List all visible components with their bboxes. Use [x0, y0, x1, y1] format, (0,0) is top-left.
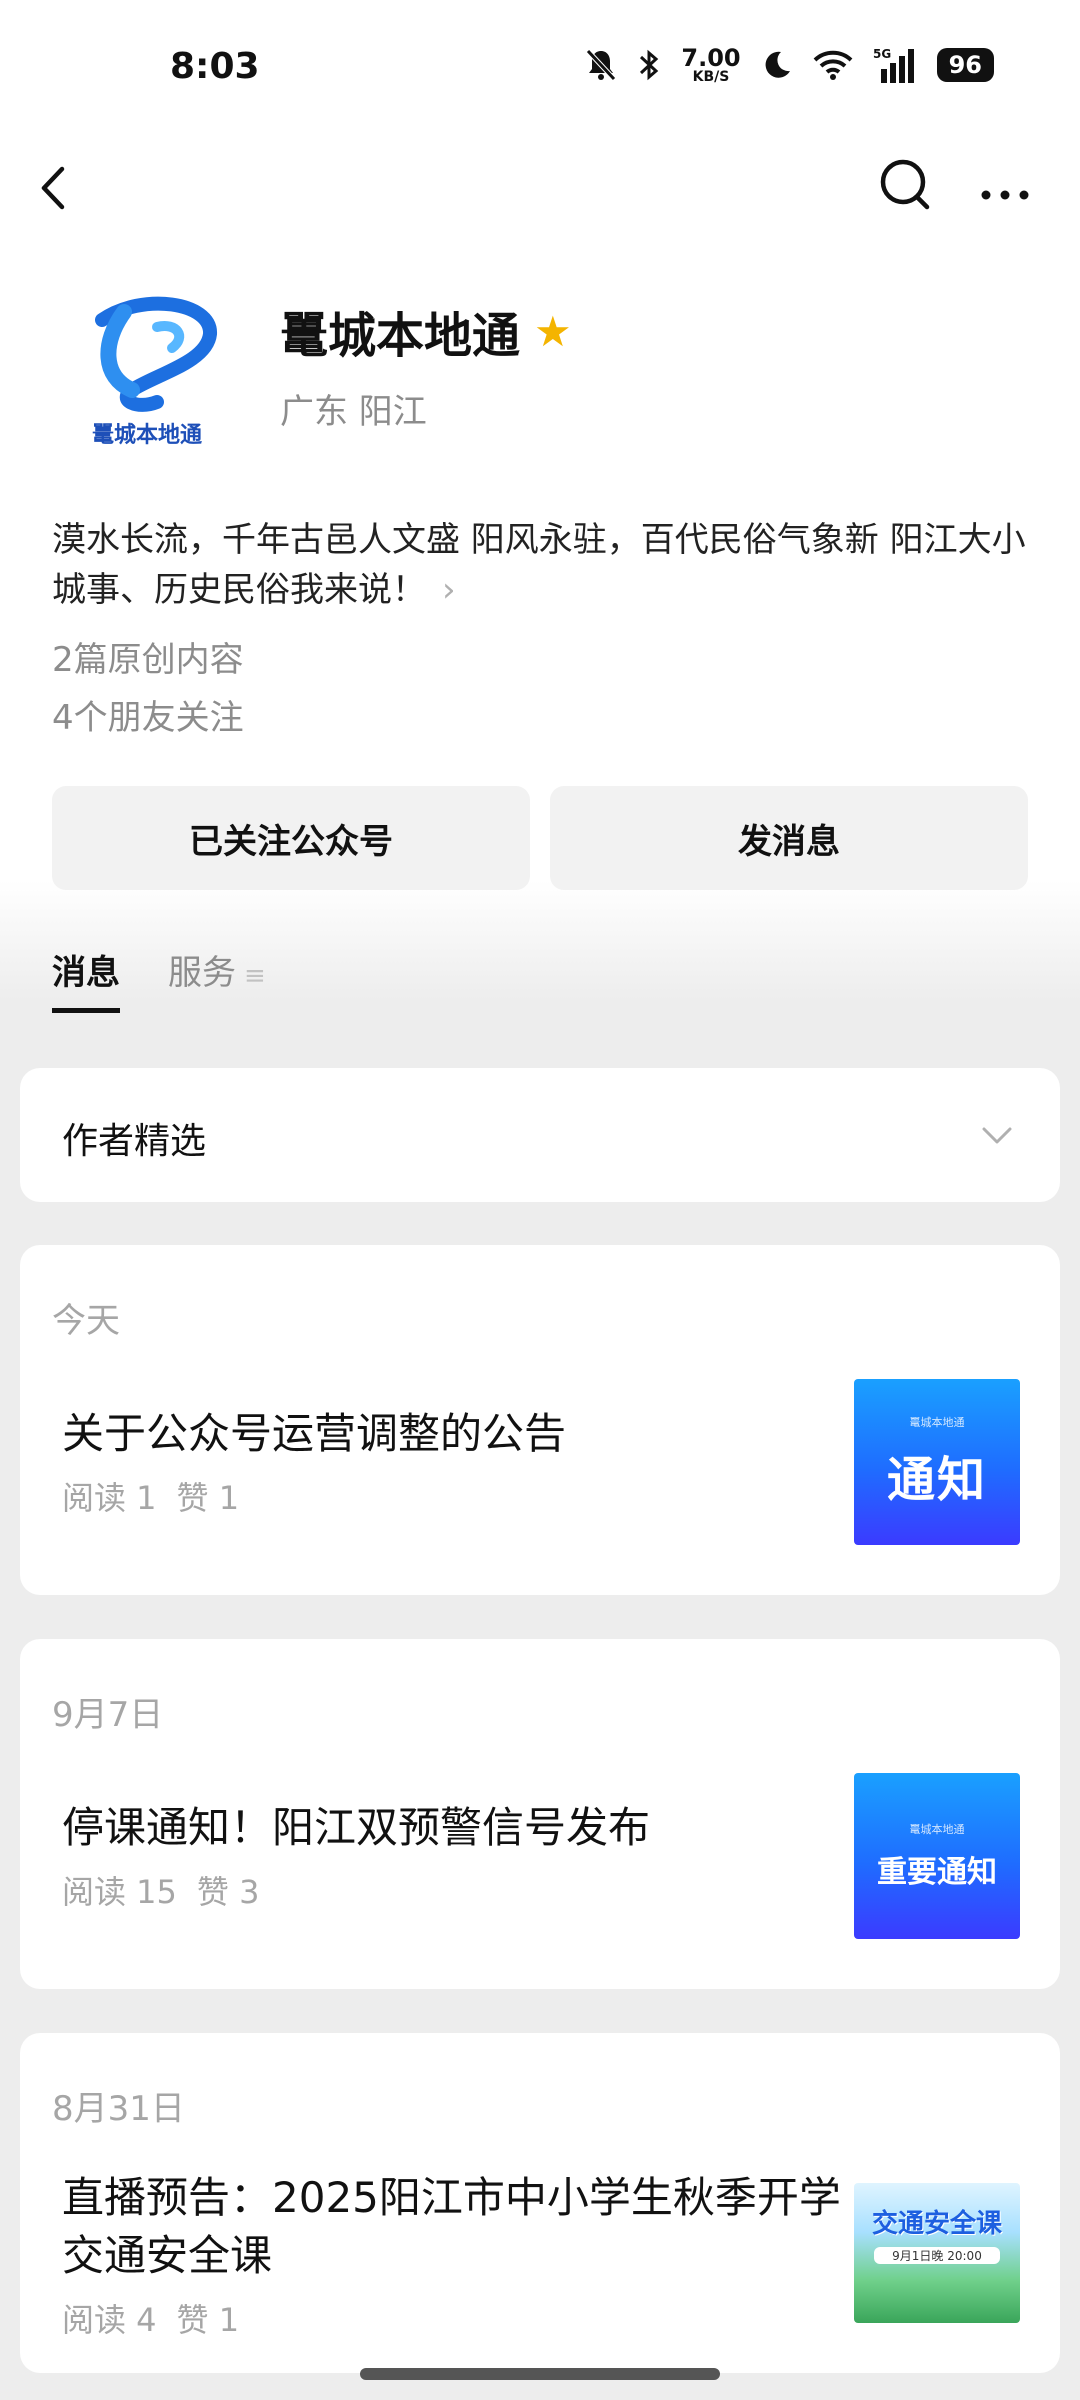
article-reads: 阅读 1	[62, 1479, 157, 1517]
friends-following-count[interactable]: 4个朋友关注	[52, 690, 244, 739]
article-likes: 赞 1	[176, 2301, 240, 2339]
account-name: 鼍城本地通 ★	[280, 296, 572, 366]
article-reads: 阅读 15	[62, 1873, 177, 1911]
thumbnail-subtext: 9月1日晚 20:00	[874, 2247, 1000, 2264]
chevron-right-icon: ›	[442, 570, 456, 610]
account-description-text: 漠水长流，千年古邑人文盛 阳风永驻，百代民俗气象新 阳江大小城事、历史民俗我来说…	[52, 520, 1026, 610]
article-reads: 阅读 4	[62, 2301, 157, 2339]
article-meta: 阅读 4 赞 1	[62, 2295, 239, 2341]
followed-account-button[interactable]: 已关注公众号	[52, 786, 530, 890]
tab-messages[interactable]: 消息	[52, 945, 120, 1013]
wifi-icon	[813, 50, 853, 80]
network-speed-unit: KB/S	[692, 69, 730, 85]
article-title: 停课通知！阳江双预警信号发布	[62, 1803, 651, 1852]
author-selection-dropdown[interactable]: 作者精选	[20, 1068, 1060, 1202]
account-logo-icon: 鼍城本地通	[92, 296, 217, 448]
network-speed-value: 7.00	[681, 44, 741, 72]
battery-indicator: 96	[936, 48, 994, 82]
account-avatar[interactable]: 鼍城本地通	[62, 282, 232, 452]
article-meta: 阅读 1 赞 1	[62, 1473, 239, 1519]
tab-services[interactable]: 服务 ≡	[168, 945, 266, 1013]
svg-text:鼍城本地通: 鼍城本地通	[92, 422, 202, 448]
article-title: 直播预告：2025阳江市中小学生秋季开学交通安全课	[62, 2173, 841, 2280]
account-region: 广东 阳江	[280, 392, 427, 432]
tab-services-label: 服务	[168, 953, 236, 993]
article-title: 关于公众号运营调整的公告	[62, 1409, 567, 1458]
thumbnail-text: 重要通知	[877, 1855, 997, 1890]
account-name-text: 鼍城本地通	[280, 308, 521, 364]
menu-lines-icon: ≡	[244, 961, 266, 991]
article-meta: 阅读 15 赞 3	[62, 1867, 259, 1913]
status-bar: 8:03 7.00 KB/S 5G 96	[0, 0, 1080, 140]
star-icon[interactable]: ★	[534, 307, 572, 356]
date-label: 8月31日	[52, 2089, 185, 2129]
tab-bar: 消息 服务 ≡	[52, 945, 266, 1013]
article-likes: 赞 3	[196, 1873, 260, 1911]
article-group-sep-7: 9月7日 停课通知！阳江双预警信号发布 阅读 15 赞 3 鼍城本地通 重要通知	[20, 1639, 1060, 1989]
bluetooth-icon	[637, 48, 661, 82]
back-arrow-icon	[41, 166, 65, 210]
article-group-today: 今天 关于公众号运营调整的公告 阅读 1 赞 1 鼍城本地通 通知	[20, 1245, 1060, 1595]
article-thumbnail: 鼍城本地通 重要通知	[854, 1773, 1020, 1939]
moon-icon	[761, 49, 793, 81]
article-thumbnail: 交通安全课 9月1日晚 20:00	[854, 2183, 1020, 2323]
thumbnail-text: 交通安全课	[871, 2209, 1002, 2239]
chevron-down-icon	[982, 1127, 1012, 1144]
thumbnail-brand-text: 鼍城本地通	[909, 1823, 965, 1836]
nav-bar	[0, 140, 1080, 230]
author-selection-label: 作者精选	[62, 1121, 207, 1162]
date-label: 今天	[52, 1301, 120, 1341]
original-content-count[interactable]: 2篇原创内容	[52, 632, 244, 681]
cellular-signal-icon: 5G	[873, 47, 917, 83]
mute-bell-icon	[585, 48, 617, 82]
article-likes: 赞 1	[176, 1479, 240, 1517]
thumbnail-brand-text: 鼍城本地通	[909, 1416, 965, 1429]
date-label: 9月7日	[52, 1695, 164, 1735]
article-group-aug-31: 8月31日 直播预告：2025阳江市中小学生秋季开学交通安全课 阅读 4赞 1 …	[20, 2033, 1060, 2373]
more-options-button[interactable]	[970, 152, 1040, 218]
back-button[interactable]	[30, 152, 90, 218]
more-dots-icon	[981, 190, 1029, 200]
status-icons: 7.00 KB/S 5G 96	[585, 46, 994, 84]
home-indicator[interactable]	[360, 2368, 720, 2380]
account-description[interactable]: 漠水长流，千年古邑人文盛 阳风永驻，百代民俗气象新 阳江大小城事、历史民俗我来说…	[52, 515, 1042, 615]
search-icon	[880, 159, 930, 210]
network-speed: 7.00 KB/S	[681, 46, 740, 84]
search-button[interactable]	[870, 152, 940, 218]
thumbnail-text: 通知	[886, 1452, 987, 1508]
status-time: 8:03	[170, 46, 260, 87]
article-thumbnail: 鼍城本地通 通知	[854, 1379, 1020, 1545]
send-message-button[interactable]: 发消息	[550, 786, 1028, 890]
svg-text:5G: 5G	[873, 47, 891, 61]
